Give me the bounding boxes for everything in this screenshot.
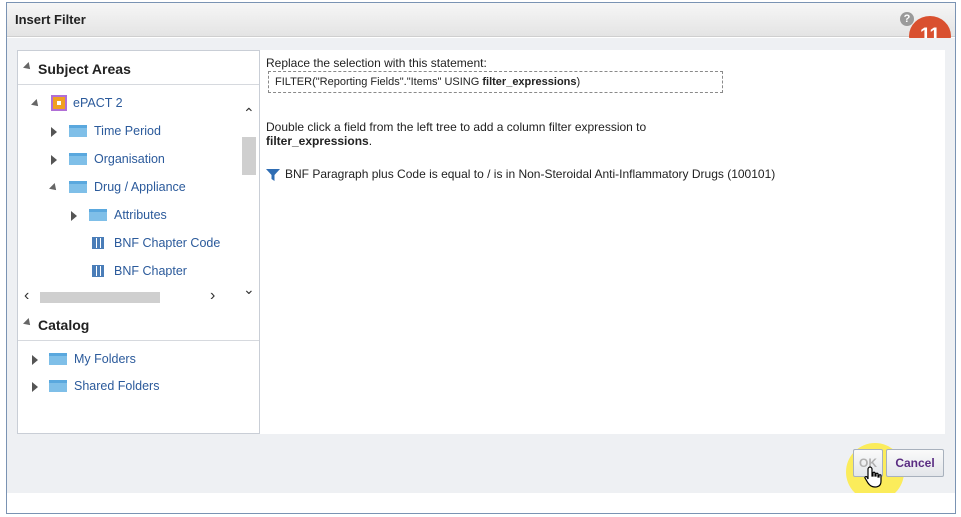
scrollbar-thumb[interactable] (242, 137, 256, 175)
tree-item-label: Shared Folders (74, 379, 160, 393)
tree-item-label: My Folders (74, 352, 136, 366)
double-click-suffix: . (368, 134, 373, 148)
scroll-right-icon[interactable]: › (210, 287, 215, 305)
scroll-up-icon[interactable]: ⌃ (243, 105, 255, 122)
tree-item-label: BNF Chapter Code (114, 236, 221, 250)
folder-icon (89, 209, 107, 221)
dialog-body: Subject Areas ePACT 2 Time Period Organi… (7, 38, 955, 501)
folder-icon (49, 353, 67, 365)
statement-suffix: ) (576, 76, 581, 88)
double-click-instruction: Double click a field from the left tree … (266, 120, 646, 148)
scroll-left-icon[interactable]: ‹ (24, 287, 29, 305)
statement-bold: filter_expressions (482, 76, 577, 88)
tree-item-organisation[interactable]: Organisation (18, 149, 238, 171)
catalog-header[interactable]: Catalog (18, 307, 259, 341)
tree-item-label: Time Period (94, 124, 161, 138)
statement-prefix: FILTER("Reporting Fields"."Items" USING (275, 76, 483, 88)
tree-item-bnf-chapter[interactable]: BNF Chapter (18, 261, 238, 277)
insert-filter-dialog: Insert Filter ? 11 Subject Areas ePACT 2… (6, 2, 956, 514)
collapse-triangle-icon[interactable] (23, 62, 33, 72)
expand-triangle-icon[interactable] (31, 99, 41, 109)
folder-icon (69, 153, 87, 165)
dialog-title: Insert Filter (15, 12, 86, 27)
horizontal-scrollbar[interactable]: ‹ › (18, 287, 259, 305)
collapse-triangle-icon[interactable] (23, 318, 33, 328)
folder-icon (69, 181, 87, 193)
dialog-footer (7, 493, 955, 513)
left-panel: Subject Areas ePACT 2 Time Period Organi… (17, 50, 260, 434)
double-click-bold: filter_expressions (266, 134, 369, 148)
filter-statement-box: FILTER("Reporting Fields"."Items" USING … (268, 71, 723, 93)
expand-triangle-icon[interactable] (32, 355, 38, 365)
tree-item-epact2[interactable]: ePACT 2 (18, 93, 238, 115)
folder-icon (49, 380, 67, 392)
double-click-line1: Double click a field from the left tree … (266, 120, 647, 134)
expand-triangle-icon[interactable] (51, 155, 57, 165)
tree-item-time-period[interactable]: Time Period (18, 121, 238, 143)
expand-triangle-icon[interactable] (32, 382, 38, 392)
tree-item-label: BNF Chapter (114, 264, 187, 277)
tree-item-bnf-chapter-code[interactable]: BNF Chapter Code (18, 233, 238, 255)
hand-cursor-icon (864, 466, 882, 488)
dialog-titlebar: Insert Filter ? (7, 3, 955, 37)
tree-item-attributes[interactable]: Attributes (18, 205, 238, 227)
tree-item-drug-appliance[interactable]: Drug / Appliance (18, 177, 238, 199)
subject-areas-header[interactable]: Subject Areas (18, 51, 259, 85)
cancel-button[interactable]: Cancel (886, 449, 944, 477)
column-icon (92, 237, 104, 249)
tree-item-label: Attributes (114, 208, 167, 222)
subject-area-icon (51, 95, 67, 111)
catalog-label: Catalog (38, 317, 90, 333)
expand-triangle-icon[interactable] (71, 211, 77, 221)
filter-funnel-icon (266, 169, 280, 181)
column-icon (92, 265, 104, 277)
tree-item-my-folders[interactable]: My Folders (18, 349, 238, 371)
scrollbar-thumb[interactable] (40, 292, 160, 303)
vertical-scrollbar[interactable]: ⌃ ⌄ (240, 101, 258, 301)
expand-triangle-icon[interactable] (51, 127, 57, 137)
folder-icon (69, 125, 87, 137)
tree-item-label: Drug / Appliance (94, 180, 186, 194)
tree-item-shared-folders[interactable]: Shared Folders (18, 376, 238, 398)
replace-instruction: Replace the selection with this statemen… (266, 56, 487, 70)
tree-item-label: ePACT 2 (73, 96, 123, 110)
collapse-triangle-icon[interactable] (49, 183, 59, 193)
tree-item-label: Organisation (94, 152, 165, 166)
filter-expression-text: BNF Paragraph plus Code is equal to / is… (285, 167, 776, 181)
right-panel: Replace the selection with this statemen… (260, 50, 945, 434)
subject-areas-label: Subject Areas (38, 61, 131, 77)
